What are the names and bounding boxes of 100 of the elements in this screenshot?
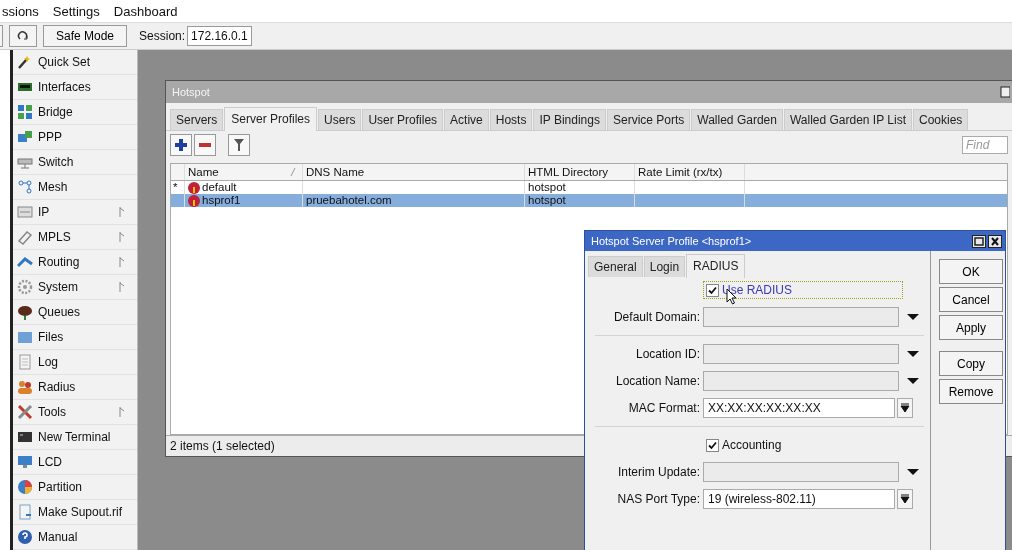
checkbox[interactable]	[706, 283, 719, 297]
redo-icon	[17, 30, 29, 42]
maximize-icon[interactable]	[972, 234, 986, 248]
sidebar-item[interactable]: MPLS	[13, 225, 137, 250]
table-row[interactable]: hsprof1 pruebahotel.com hotspot	[171, 194, 1007, 207]
session-label: Session:	[139, 29, 186, 43]
ip-icon	[17, 204, 33, 220]
checkbox-label[interactable]: Accounting	[722, 438, 782, 452]
sidebar-item[interactable]: Quick Set	[13, 50, 137, 75]
tab[interactable]: Walled Garden IP List	[783, 109, 912, 130]
dialog-button[interactable]: OK	[939, 259, 1003, 284]
dropdown-arrow-icon[interactable]	[907, 377, 919, 385]
sidebar-item[interactable]: Radius	[13, 375, 137, 400]
tab[interactable]: Server Profiles	[224, 107, 318, 131]
remove-button[interactable]	[194, 134, 216, 156]
network-icon	[17, 129, 33, 145]
sidebar-item[interactable]: System	[13, 275, 137, 300]
minus-icon	[199, 143, 211, 147]
field-label: Location Name:	[614, 374, 701, 388]
menu-item[interactable]: Dashboard	[113, 3, 178, 19]
filter-button[interactable]	[228, 134, 250, 156]
table-cell: hotspot	[528, 181, 566, 194]
sidebar-item[interactable]: Partition	[13, 475, 137, 500]
dropdown-arrow-icon[interactable]	[907, 350, 919, 358]
table-cell: pruebahotel.com	[306, 194, 392, 207]
input-field[interactable]: XX:XX:XX:XX:XX:XX	[703, 398, 895, 418]
submenu-arrow-icon	[119, 407, 125, 417]
dropdown-arrow-icon[interactable]	[907, 468, 919, 476]
table-cell: hotspot	[528, 194, 566, 207]
column-header[interactable]: HTML Directory	[525, 164, 635, 180]
sort-indicator-icon	[290, 168, 296, 176]
mesh-icon	[17, 179, 33, 195]
safe-mode-button[interactable]: Safe Mode	[43, 25, 128, 47]
input-field[interactable]	[703, 307, 899, 327]
sidebar-item[interactable]: Queues	[13, 300, 137, 325]
input-field[interactable]: 19 (wireless-802.11)	[703, 489, 895, 509]
dropdown-arrow-icon[interactable]	[907, 313, 919, 321]
close-icon[interactable]	[988, 234, 1002, 248]
sidebar-item[interactable]: Tools	[13, 400, 137, 425]
sidebar-item[interactable]: IP	[13, 200, 137, 225]
tab[interactable]: Users	[318, 109, 362, 130]
default-marker: *	[173, 181, 178, 193]
tab[interactable]: Hosts	[489, 109, 533, 130]
hotspot-icon	[188, 181, 200, 194]
sidebar-item[interactable]: LCD	[13, 450, 137, 475]
people-icon	[17, 379, 33, 395]
tab[interactable]: User Profiles	[362, 109, 444, 130]
submenu-arrow-icon	[119, 257, 125, 267]
redo-button[interactable]	[9, 25, 37, 47]
column-header[interactable]: Name	[185, 164, 303, 180]
bridge-icon	[17, 104, 33, 120]
sidebar-item[interactable]: New Terminal	[13, 425, 137, 450]
sidebar-item[interactable]: Routing	[13, 250, 137, 275]
maximize-icon[interactable]	[1000, 86, 1010, 98]
tab[interactable]: General	[588, 256, 643, 277]
file-icon	[17, 504, 33, 520]
tab[interactable]: Servers	[170, 109, 224, 130]
input-field[interactable]	[703, 371, 899, 391]
sidebar-item[interactable]: Switch	[13, 150, 137, 175]
column-header[interactable]: DNS Name	[303, 164, 525, 180]
sidebar-item[interactable]: Log	[13, 350, 137, 375]
input-field[interactable]	[703, 344, 899, 364]
submenu-arrow-icon	[119, 207, 125, 217]
dialog-button[interactable]: Copy	[939, 351, 1003, 376]
sidebar-item[interactable]: Manual	[13, 525, 137, 550]
help-icon	[17, 529, 33, 545]
sidebar-item[interactable]: Make Supout.rif	[13, 500, 137, 525]
folder-icon	[17, 329, 33, 345]
field-label: Location ID:	[634, 347, 701, 361]
sidebar-item[interactable]: PPP	[13, 125, 137, 150]
checkbox[interactable]	[706, 438, 719, 452]
session-field[interactable]: 172.16.0.1	[187, 26, 252, 46]
dialog-button[interactable]: Apply	[939, 315, 1003, 340]
tab[interactable]: Service Ports	[606, 109, 691, 130]
field-label: NAS Port Type:	[616, 492, 701, 506]
sidebar-item[interactable]: Interfaces	[13, 75, 137, 100]
input-field[interactable]	[703, 462, 899, 482]
menu-item[interactable]: ssions	[2, 3, 39, 19]
table-cell: default	[202, 181, 237, 194]
sidebar-item[interactable]: Bridge	[13, 100, 137, 125]
plus-icon	[175, 139, 187, 151]
dialog-button[interactable]: Cancel	[939, 287, 1003, 312]
menu-item[interactable]: Settings	[52, 3, 100, 19]
column-header[interactable]: Rate Limit (rx/tx)	[635, 164, 745, 180]
hotspot-icon	[188, 194, 200, 207]
dialog-button[interactable]: Remove	[939, 379, 1003, 404]
document-icon	[17, 354, 33, 370]
tab[interactable]: IP Bindings	[533, 109, 606, 130]
sidebar-item[interactable]: Mesh	[13, 175, 137, 200]
tab[interactable]: Login	[643, 256, 686, 277]
add-button[interactable]	[170, 134, 192, 156]
find-field[interactable]: Find	[962, 136, 1008, 154]
sidebar-item[interactable]: Files	[13, 325, 137, 350]
terminal-icon	[17, 429, 33, 445]
tab[interactable]: Walled Garden	[691, 109, 783, 130]
tab[interactable]: Cookies	[912, 109, 969, 130]
tab[interactable]: RADIUS	[686, 254, 746, 278]
tools-icon	[17, 404, 33, 420]
tab[interactable]: Active	[444, 109, 489, 130]
submenu-arrow-icon	[119, 282, 125, 292]
